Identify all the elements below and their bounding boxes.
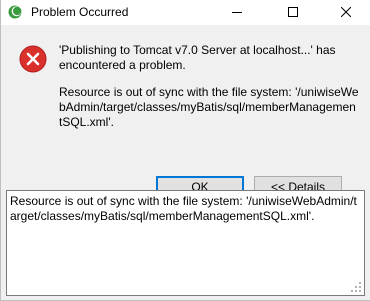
details-textbox[interactable]: Resource is out of sync with the file sy… [6,190,365,296]
maximize-button[interactable] [270,0,316,25]
problem-dialog: Problem Occurred 'Publishing to Tomcat v… [0,0,370,301]
close-button[interactable] [323,0,369,25]
error-message-title: 'Publishing to Tomcat v7.0 Server at loc… [59,43,336,72]
eclipse-icon [8,5,22,19]
details-text: Resource is out of sync with the file sy… [10,194,357,223]
close-icon [341,7,351,17]
maximize-icon [288,7,298,17]
error-icon [19,45,47,73]
dialog-title: Problem Occurred [31,5,129,19]
resize-grip-icon[interactable] [350,281,362,293]
error-message-detail: Resource is out of sync with the file sy… [59,85,359,129]
minimize-icon [232,12,242,13]
title-bar[interactable]: Problem Occurred [1,0,370,25]
message-area: 'Publishing to Tomcat v7.0 Server at loc… [1,25,370,199]
minimize-button[interactable] [214,0,260,25]
